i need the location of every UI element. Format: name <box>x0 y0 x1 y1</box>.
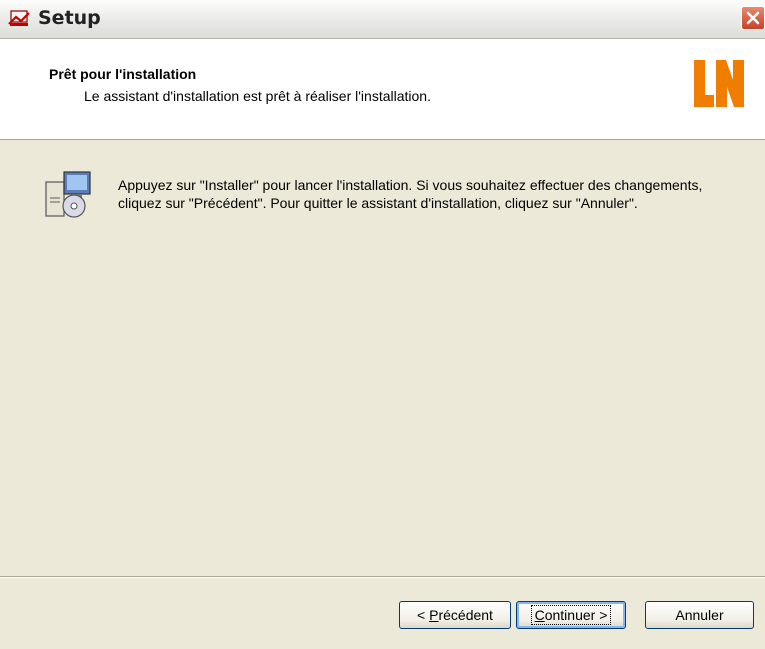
cancel-button[interactable]: Annuler <box>645 601 754 629</box>
wizard-body: Appuyez sur "Installer" pour lancer l'in… <box>0 140 765 577</box>
focus-rectangle: Continuer > <box>530 605 612 625</box>
wizard-header: Prêt pour l'installation Le assistant d'… <box>0 39 765 140</box>
page-title: Prêt pour l'installation <box>49 66 197 82</box>
close-button[interactable] <box>741 6 765 30</box>
continue-accelerator: C <box>534 607 545 623</box>
close-icon <box>746 11 760 25</box>
title-bar[interactable]: Setup <box>0 0 765 39</box>
instruction-text: Appuyez sur "Installer" pour lancer l'in… <box>118 177 703 211</box>
wizard-footer: < Précédent Continuer > Annuler <box>0 577 765 649</box>
setup-app-icon <box>8 10 30 26</box>
window-title: Setup <box>38 7 101 29</box>
continue-label: ontinuer > <box>544 607 608 623</box>
install-package-icon <box>45 171 91 218</box>
ln-logo <box>694 60 744 107</box>
continue-button[interactable]: Continuer > <box>516 601 626 629</box>
back-prefix: < <box>417 607 430 623</box>
back-button[interactable]: < Précédent <box>399 601 511 629</box>
page-subtitle: Le assistant d'installation est prêt à r… <box>84 88 431 104</box>
back-label: récédent <box>438 607 493 623</box>
